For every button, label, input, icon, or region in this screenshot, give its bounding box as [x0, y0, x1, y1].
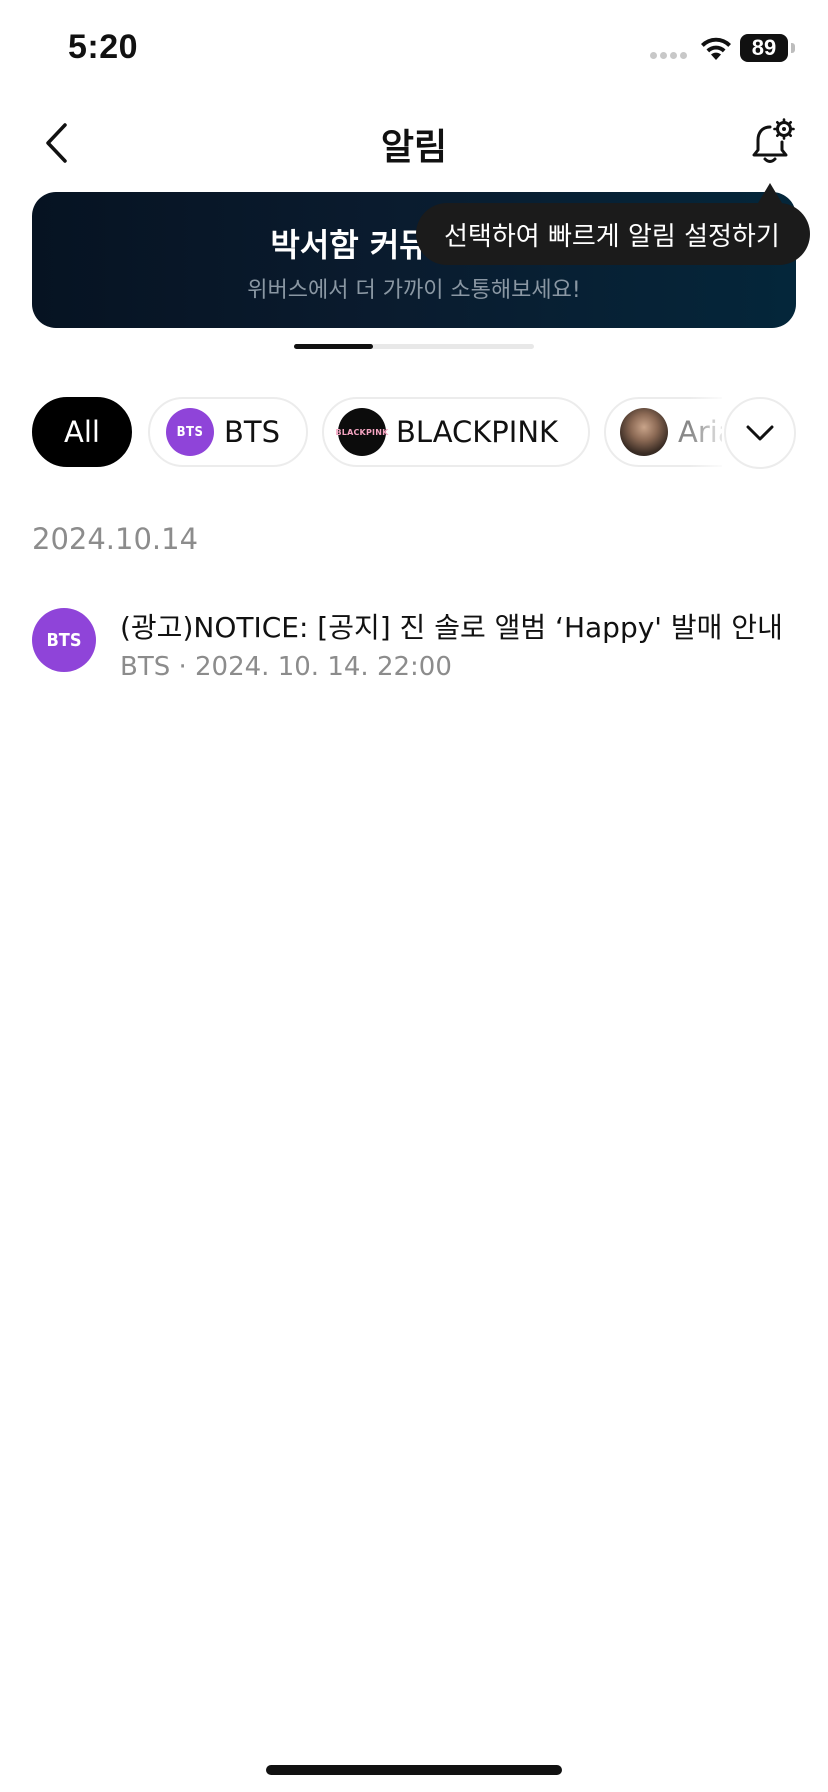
date-section-header: 2024.10.14: [32, 522, 199, 556]
notification-settings-button[interactable]: [748, 118, 796, 168]
notification-item[interactable]: BTS (광고)NOTICE: [공지] 진 솔로 앨범 ‘Happy' 발매 …: [32, 598, 796, 694]
status-time: 5:20: [68, 28, 139, 66]
artist-filter-bar: All BTS BTS BLACKPINK BLACKPINK Aria: [32, 397, 722, 471]
filter-chip-label: BTS: [224, 415, 281, 449]
filter-chip-blackpink[interactable]: BLACKPINK BLACKPINK: [322, 397, 590, 467]
battery-icon: 89: [740, 34, 788, 62]
tooltip-arrow: [758, 183, 782, 203]
gear-icon: [773, 118, 795, 140]
wifi-icon: [701, 37, 731, 60]
page-title: 알림: [380, 127, 448, 168]
filter-chip-label: All: [64, 415, 100, 449]
filter-chip-label: BLACKPINK: [396, 415, 559, 449]
back-button[interactable]: [36, 118, 76, 168]
banner-page-indicator-fill: [294, 344, 374, 349]
aria-avatar: [620, 408, 668, 456]
settings-tooltip[interactable]: 선택하여 빠르게 알림 설정하기: [416, 203, 810, 265]
blackpink-avatar: BLACKPINK: [336, 408, 388, 456]
bts-avatar: BTS: [32, 608, 96, 672]
notification-title: (광고)NOTICE: [공지] 진 솔로 앨범 ‘Happy' 발매 안내: [120, 611, 783, 644]
bts-avatar: BTS: [166, 408, 214, 456]
battery-tip: [791, 43, 795, 53]
filter-chip-all[interactable]: All: [32, 397, 132, 467]
chevron-down-icon: [746, 425, 774, 441]
chevron-left-icon: [46, 123, 67, 163]
notification-meta: BTS · 2024. 10. 14. 22:00: [120, 652, 452, 682]
expand-filters-button[interactable]: [724, 397, 796, 469]
home-indicator: [266, 1765, 562, 1775]
banner-subtitle: 위버스에서 더 가까이 소통해보세요!: [247, 278, 581, 303]
cellular-signal-icon: [650, 52, 687, 59]
filter-chip-bts[interactable]: BTS BTS: [148, 397, 308, 467]
